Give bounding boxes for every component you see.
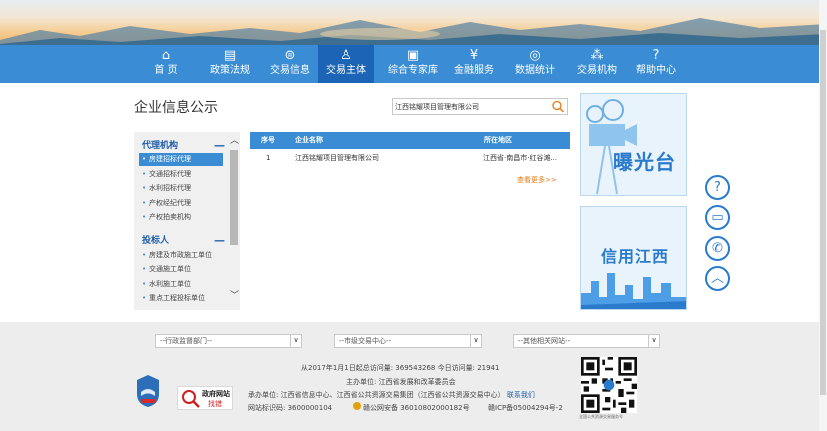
camera-icon xyxy=(586,99,637,195)
party-gov-badge-icon[interactable] xyxy=(136,374,160,408)
nav-item-policy[interactable]: ▤ 政策法规 xyxy=(202,45,258,83)
gov-site-error-report[interactable]: 政府网站 找错 xyxy=(177,386,233,410)
nav-item-trade-subject[interactable]: ♙ 交易主体 xyxy=(318,45,374,83)
collapse-icon[interactable]: — xyxy=(214,140,225,154)
gov-badge-title: 政府网站 xyxy=(202,390,230,398)
phone-button[interactable]: ✆ xyxy=(705,236,730,261)
sidebar-group-title-agency[interactable]: 代理机构 xyxy=(142,139,178,153)
info-icon: ⊜ xyxy=(284,48,296,63)
sidebar-scrollbar-thumb[interactable] xyxy=(230,150,238,245)
police-badge-icon xyxy=(353,402,361,410)
icp-record[interactable]: 赣ICP备05004294号-2 xyxy=(488,403,563,413)
help-icon: ? xyxy=(652,48,660,63)
chevron-up-icon[interactable]: ︿ xyxy=(229,136,240,146)
nav-label: 金融服务 xyxy=(454,65,494,76)
user-icon: ♙ xyxy=(340,48,352,63)
nav-label: 交易主体 xyxy=(326,65,366,76)
mountain-landscape-image xyxy=(0,18,827,45)
column-header-no: 序号 xyxy=(261,136,275,144)
cell-region: 江西省·南昌市·红谷滩... xyxy=(483,154,558,162)
select-value: --行政监督部门-- xyxy=(160,337,213,345)
chevron-down-icon: ∨ xyxy=(648,334,659,348)
view-more-link[interactable]: 查看更多>> xyxy=(517,175,557,185)
table-row[interactable]: 1 江西铭耀项目管理有限公司 江西省·南昌市·红谷滩... xyxy=(250,150,570,167)
nav-label: 数据统计 xyxy=(515,65,555,76)
page-title: 企业信息公示 xyxy=(134,100,218,116)
select-supervision-dept[interactable]: --行政监督部门-- ∨ xyxy=(155,334,302,348)
sidebar-item-property-broker[interactable]: 产权经纪代理 xyxy=(139,197,223,210)
org-chart-icon: ⁂ xyxy=(590,48,604,63)
sidebar: 代理机构 — 房建招标代理 交通招标代理 水利招标代理 产权经纪代理 产权拍卖机… xyxy=(134,132,240,310)
site-id: 网站标识码: 3600000104 xyxy=(248,404,333,412)
nav-label: 帮助中心 xyxy=(636,65,676,76)
ad-exposure-platform[interactable]: 曝光台 xyxy=(580,93,687,196)
sidebar-group-title-bidder[interactable]: 投标人 xyxy=(142,234,169,248)
host-unit: 主办单位: 江西省发展和改革委员会 xyxy=(346,378,456,386)
undertake-text: 承办单位: 江西省信息中心、江西省公共资源交易集团（江西省公共资源交易中心） xyxy=(248,391,505,399)
sidebar-item-housing-construction[interactable]: 房建及市政施工单位 xyxy=(139,249,223,262)
contact-us-link[interactable]: 联系我们 xyxy=(507,391,535,399)
id-card-icon: ▣ xyxy=(406,48,420,63)
back-to-top-button[interactable]: ︿ xyxy=(705,266,730,291)
table-header: 序号 企业名称 所在地区 xyxy=(250,132,570,149)
nav-label: 政策法规 xyxy=(210,65,250,76)
nav-label: 综合专家库 xyxy=(388,65,438,76)
sidebar-item-traffic-bid-agent[interactable]: 交通招标代理 xyxy=(139,168,223,181)
help-button[interactable]: ? xyxy=(705,175,730,200)
sidebar-item-water-bid-agent[interactable]: 水利招标代理 xyxy=(139,182,223,195)
cell-no: 1 xyxy=(266,154,271,162)
nav-item-home[interactable]: ⌂ 首 页 xyxy=(138,45,194,83)
ad-title: 曝光台 xyxy=(613,150,676,174)
nav-item-trade-info[interactable]: ⊜ 交易信息 xyxy=(262,45,318,83)
document-icon: ▤ xyxy=(223,48,237,63)
chevron-down-icon: ∨ xyxy=(290,334,301,348)
sidebar-item-housing-bid-agent[interactable]: 房建招标代理 xyxy=(139,153,223,166)
visit-counter: 从2017年1月1日起总访问量: 369543268 今日访问量: 21941 xyxy=(301,364,500,372)
sidebar-item-property-auction[interactable]: 产权拍卖机构 xyxy=(139,211,223,224)
nav-item-help[interactable]: ? 帮助中心 xyxy=(628,45,684,83)
select-related-sites[interactable]: --其他相关网站-- ∨ xyxy=(513,334,660,348)
search-box xyxy=(392,98,568,115)
qr-caption: 全国公共资源交易服务号 xyxy=(579,414,623,419)
nav-label: 交易信息 xyxy=(270,65,310,76)
nav-item-expert-library[interactable]: ▣ 综合专家库 xyxy=(384,45,442,83)
police-record[interactable]: 赣公网安备 36010802000182号 xyxy=(363,403,470,413)
ad-title: 信用江西 xyxy=(601,247,670,266)
select-city-center[interactable]: --市级交易中心-- ∨ xyxy=(334,334,482,348)
sidebar-item-key-project-bidder[interactable]: 重点工程投标单位 xyxy=(139,292,223,305)
site-identifier: 网站标识码: 3600000104 xyxy=(248,403,332,413)
monitor-button[interactable]: ▭ xyxy=(705,205,730,230)
undertake-unit: 承办单位: 江西省信息中心、江西省公共资源交易集团（江西省公共资源交易中心） 联… xyxy=(248,390,535,400)
column-header-name: 企业名称 xyxy=(295,136,323,144)
sidebar-item-water-construction[interactable]: 水利施工单位 xyxy=(139,278,223,291)
search-button[interactable] xyxy=(551,100,565,113)
nav-item-statistics[interactable]: ◎ 数据统计 xyxy=(507,45,563,83)
nav-item-institutions[interactable]: ⁂ 交易机构 xyxy=(569,45,625,83)
main-nav: ⌂ 首 页 ▤ 政策法规 ⊜ 交易信息 ♙ 交易主体 ▣ 综合专家库 ¥ 金融服… xyxy=(0,45,827,83)
search-input[interactable] xyxy=(395,100,545,113)
collapse-icon[interactable]: — xyxy=(214,235,225,249)
gov-badge-subtitle: 找错 xyxy=(208,400,222,408)
magnifier-icon xyxy=(182,390,200,408)
sidebar-item-traffic-construction[interactable]: 交通施工单位 xyxy=(139,263,223,276)
nav-label: 首 页 xyxy=(154,65,178,76)
select-value: --市级交易中心-- xyxy=(339,337,392,345)
home-icon: ⌂ xyxy=(161,48,171,63)
cell-name[interactable]: 江西铭耀项目管理有限公司 xyxy=(295,150,379,167)
nav-label: 交易机构 xyxy=(577,65,617,76)
chevron-down-icon[interactable]: ﹀ xyxy=(229,291,240,301)
nav-item-finance[interactable]: ¥ 金融服务 xyxy=(446,45,502,83)
header-banner xyxy=(0,0,827,45)
column-header-region: 所在地区 xyxy=(484,136,512,144)
chart-icon: ◎ xyxy=(529,48,541,63)
page-scrollbar-thumb[interactable] xyxy=(820,30,826,395)
qr-code-icon xyxy=(581,357,637,413)
select-value: --其他相关网站-- xyxy=(518,337,571,345)
search-icon xyxy=(552,100,564,113)
yen-icon: ¥ xyxy=(469,48,479,63)
ad-credit-jiangxi[interactable]: 信用江西 xyxy=(580,206,687,310)
chevron-down-icon: ∨ xyxy=(470,334,481,348)
